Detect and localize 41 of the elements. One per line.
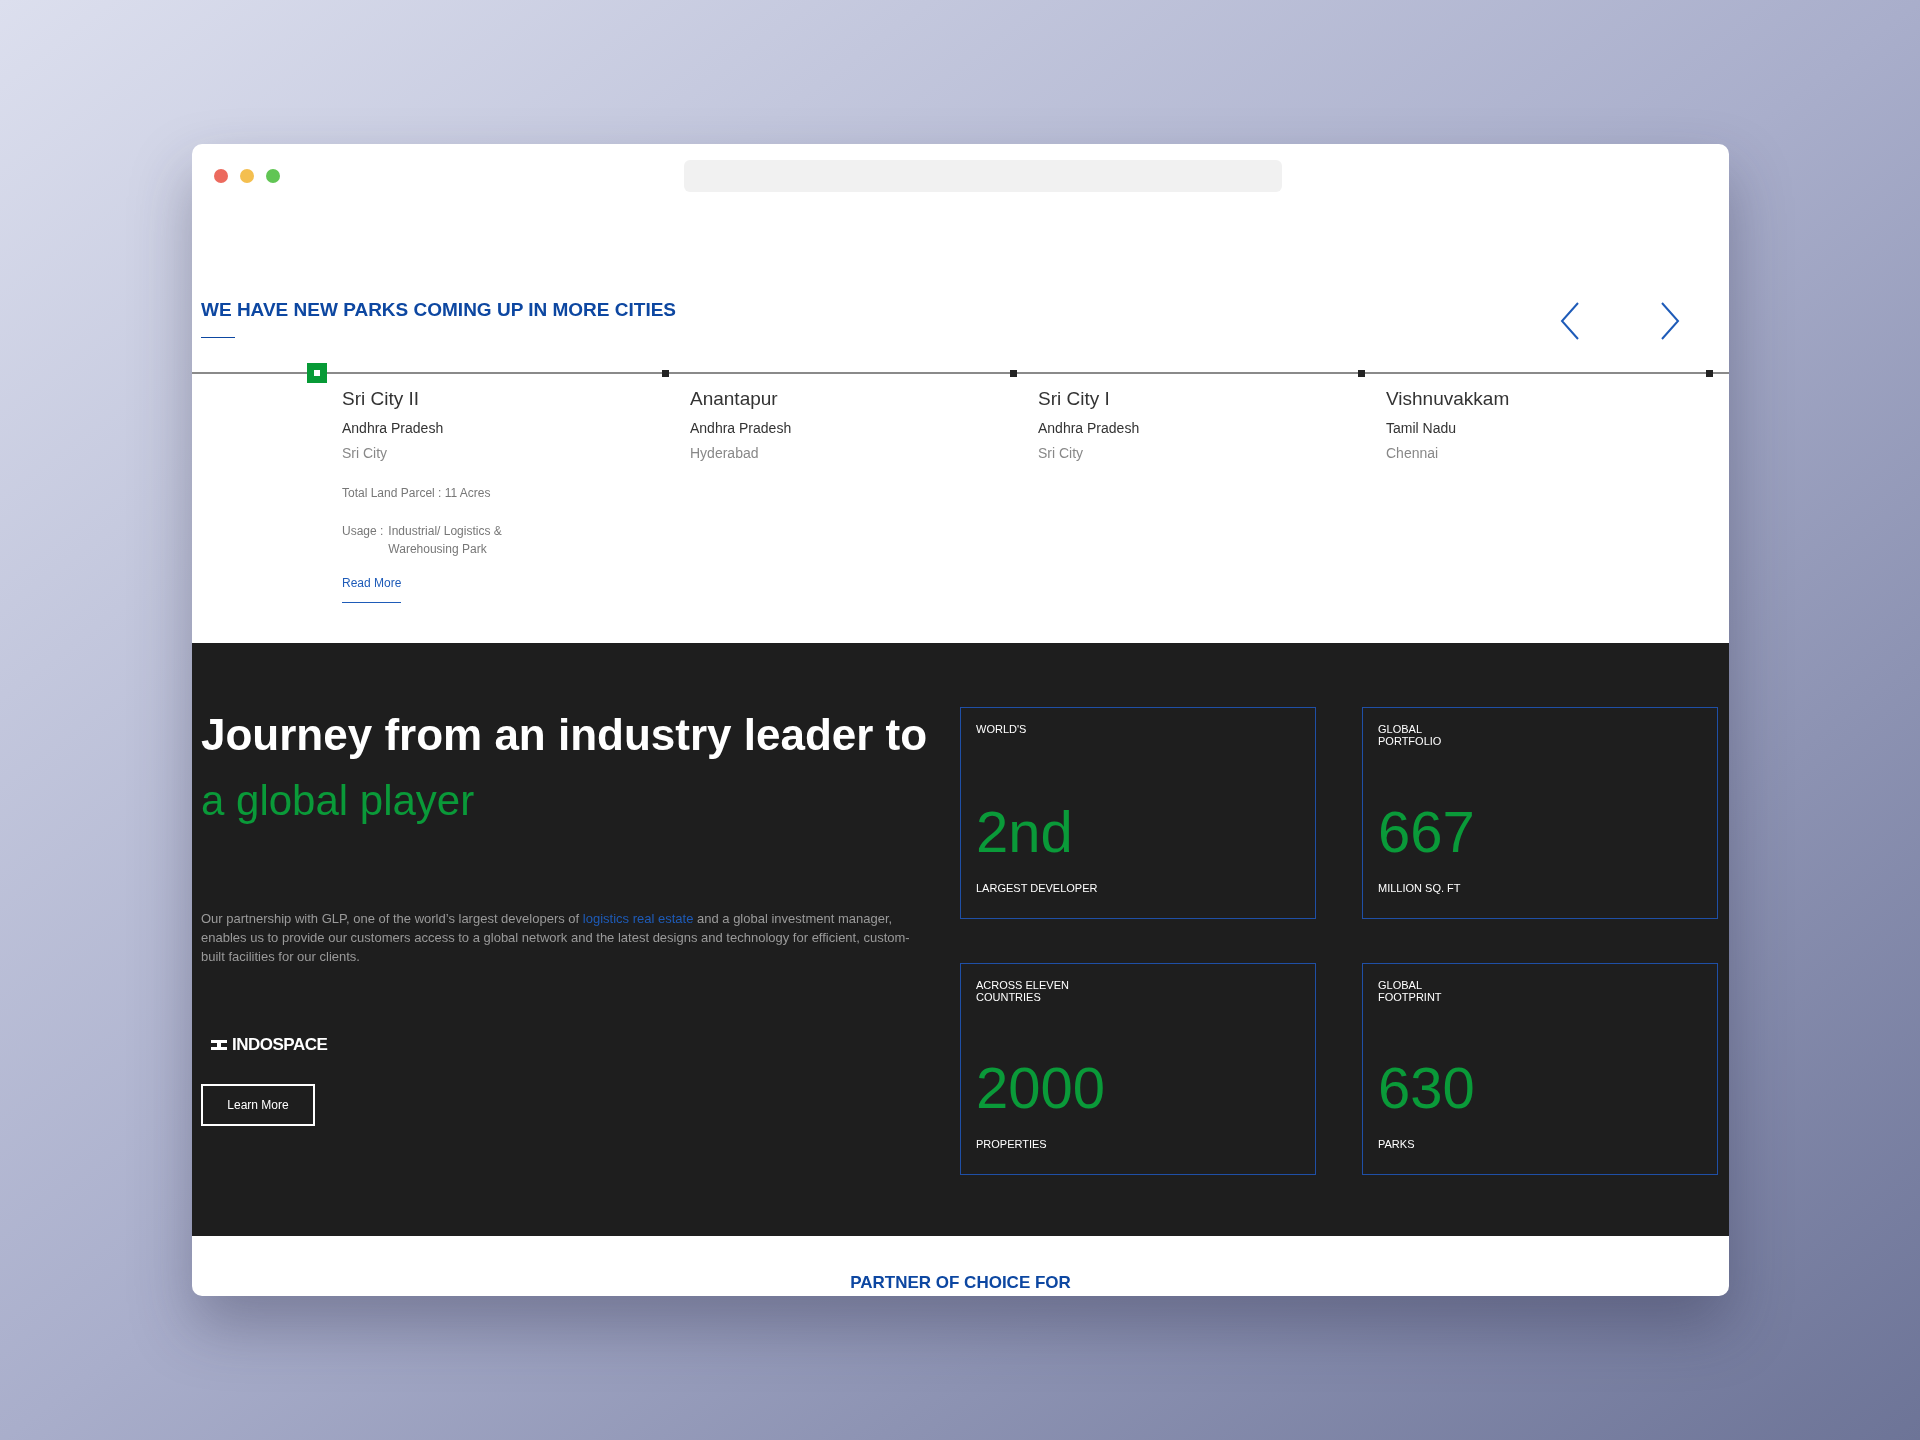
usage-text: Industrial/ Logistics & Warehousing Park [388, 522, 503, 558]
learn-more-button[interactable]: Learn More [201, 1083, 315, 1126]
usage-label: Usage : [342, 522, 384, 540]
land-parcel-text: Total Land Parcel : 11 Acres [342, 484, 491, 502]
park-city: Hyderabad [690, 443, 759, 463]
read-more-link[interactable]: Read More [342, 573, 402, 603]
park-city: Sri City [342, 443, 388, 463]
park-name: Anantapur [690, 387, 778, 411]
partner-title: PARTNER OF CHOICE FOR [850, 1272, 1071, 1294]
timeline-marker[interactable] [1357, 369, 1365, 377]
timeline-marker[interactable] [661, 369, 669, 377]
park-state: Andhra Pradesh [342, 418, 444, 438]
stat-value: 2000 [976, 1057, 1106, 1118]
timeline-marker[interactable] [307, 363, 327, 383]
journey-heading: Journey from an industry leader to [201, 709, 928, 761]
stat-label: GLOBAL FOOTPRINT [1378, 979, 1443, 1003]
stat-caption: LARGEST DEVELOPER [976, 880, 1098, 896]
stat-caption: MILLION SQ. FT [1378, 880, 1461, 896]
park-name: Vishnuvakkam [1386, 387, 1510, 411]
stat-value: 630 [1378, 1057, 1475, 1118]
section-title: WE HAVE NEW PARKS COMING UP IN MORE CITIES [201, 298, 677, 322]
park-name: Sri City I [1038, 387, 1110, 411]
timeline-marker[interactable] [1009, 369, 1017, 377]
park-state: Andhra Pradesh [1038, 418, 1140, 438]
stat-value: 667 [1378, 801, 1475, 862]
logo-wordmark: INDOSPACE [232, 1034, 328, 1056]
timeline-marker[interactable] [1705, 369, 1713, 377]
stat-value: 2nd [976, 801, 1073, 862]
journey-highlight: a global player [201, 776, 475, 826]
logo-icon [210, 1037, 228, 1052]
park-state: Andhra Pradesh [690, 418, 792, 438]
partnership-paragraph: Our partnership with GLP, one of the world’s largest developers of logistics real estate and a global investment manager, enables us to provide our customers access to a global network and the latest designs and technology for efficient, custom-built facilities for our clients. [201, 910, 911, 966]
stat-caption: PROPERTIES [976, 1136, 1047, 1152]
park-city: Sri City [1038, 443, 1084, 463]
stat-label: ACROSS ELEVEN COUNTRIES [976, 979, 1070, 1003]
stat-label: GLOBAL PORTFOLIO [1378, 723, 1443, 747]
stat-caption: PARKS [1378, 1136, 1415, 1152]
stat-label: WORLD'S [976, 723, 1028, 735]
park-city: Chennai [1386, 443, 1439, 463]
park-name: Sri City II [342, 387, 420, 411]
park-state: Tamil Nadu [1386, 418, 1457, 438]
